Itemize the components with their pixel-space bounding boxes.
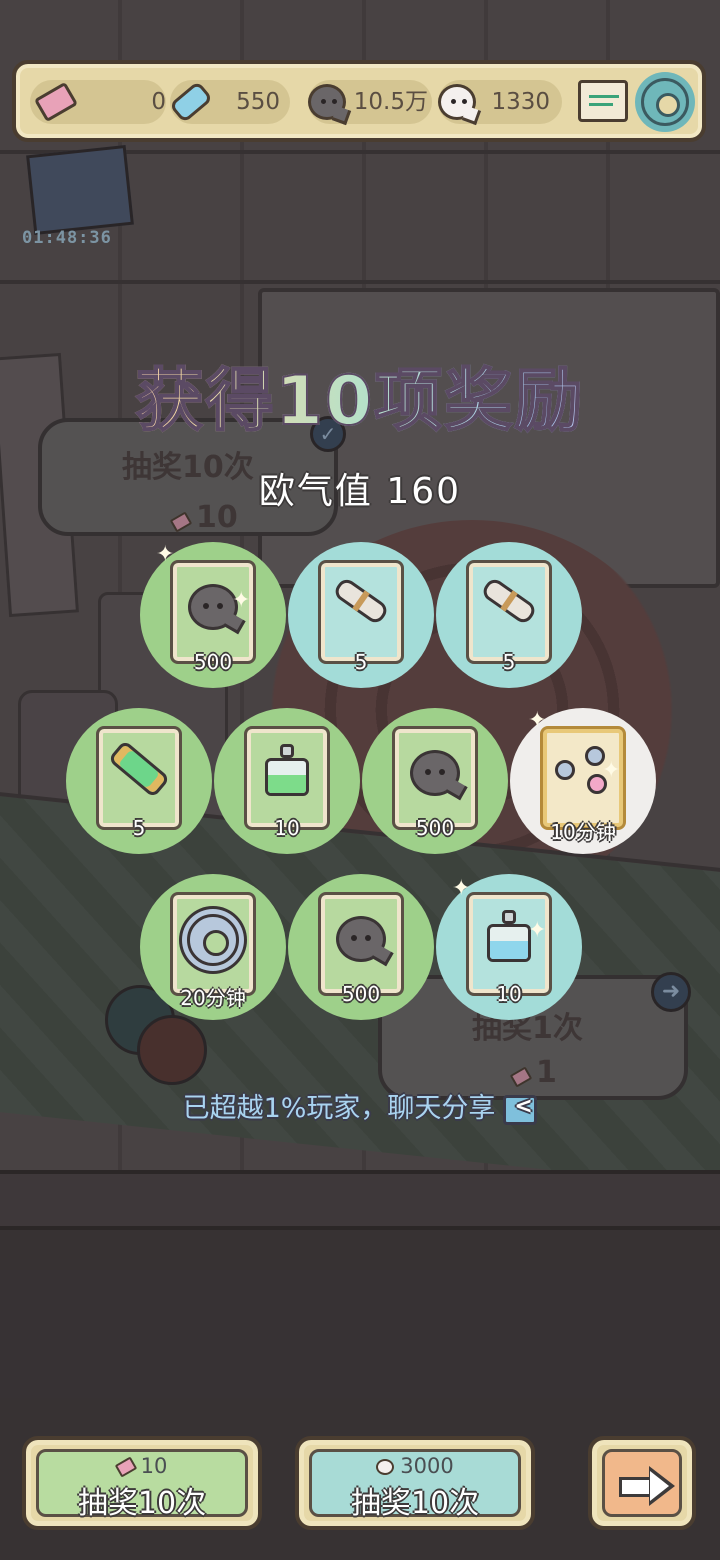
share-icon[interactable]	[503, 1094, 538, 1125]
reward-qty: 10	[496, 982, 522, 1006]
reward-item[interactable]: 5	[66, 708, 212, 854]
share-text: 已超越1%玩家，聊天分享	[182, 1093, 496, 1124]
light-bubble-count: 1330	[491, 89, 550, 115]
reward-qty: 10分钟	[550, 820, 616, 844]
dark-bubble-count: 10.5万	[353, 89, 428, 115]
resource-bar: 0 550 10.5万 1330	[12, 60, 706, 142]
candy-count: 550	[236, 89, 280, 115]
reward-qty: 5	[132, 816, 146, 840]
sparkle-icon: ✦	[528, 708, 547, 733]
share-link[interactable]: 已超越1%玩家，聊天分享	[0, 1086, 720, 1125]
light-bubble-counter: 1330	[438, 80, 562, 124]
reward-item[interactable]: 10	[214, 708, 360, 854]
bubble-draw-label: 抽奖10次	[350, 1486, 480, 1521]
reward-item[interactable]: 500	[362, 708, 508, 854]
ticket-count: 0	[151, 89, 166, 115]
reward-item[interactable]: 10 ✦ ✦	[436, 874, 582, 1020]
ticket-draw-label: 抽奖10次	[77, 1486, 207, 1521]
mail-icon[interactable]	[578, 80, 628, 122]
next-button[interactable]	[588, 1436, 696, 1530]
reward-item[interactable]: 20分钟	[140, 874, 286, 1020]
reward-item[interactable]: 5	[288, 542, 434, 688]
light-bubble-icon	[376, 1459, 395, 1475]
ticket-counter: 0	[30, 80, 166, 124]
reward-qty: 500	[341, 982, 381, 1006]
ticket-draw10-button[interactable]: 10 抽奖10次	[22, 1436, 262, 1530]
sparkle-icon: ✦	[602, 758, 621, 783]
reward-item[interactable]: 5	[436, 542, 582, 688]
bubble-draw-cost: 3000	[312, 1454, 518, 1478]
reward-qty: 5	[502, 650, 516, 674]
sparkle-icon: ✦	[452, 876, 471, 901]
reward-qty: 500	[415, 816, 455, 840]
reward-qty: 10	[274, 816, 300, 840]
candy-icon	[168, 80, 214, 124]
dark-bubble-icon	[308, 84, 346, 120]
luck-value: 欧气值 160	[258, 471, 462, 512]
result-title: 获得10项奖励	[0, 345, 720, 444]
bubble-draw10-button[interactable]: 3000 抽奖10次	[295, 1436, 535, 1530]
button-face: 10 抽奖10次	[36, 1449, 248, 1521]
candy-counter: 550	[168, 80, 290, 124]
reward-item[interactable]: 10分钟 ✦ ✦	[510, 708, 656, 854]
sparkle-icon: ✦	[528, 918, 547, 943]
ticket-icon	[114, 1456, 137, 1478]
gear-icon[interactable]	[641, 78, 689, 126]
light-bubble-icon	[438, 84, 476, 120]
reward-qty: 20分钟	[180, 986, 246, 1010]
ticket-draw-cost: 10	[39, 1454, 245, 1478]
button-face: 3000 抽奖10次	[309, 1449, 521, 1521]
sparkle-icon: ✦	[232, 588, 251, 613]
button-face	[602, 1449, 682, 1517]
sparkle-icon: ✦	[156, 542, 175, 567]
next-arrow-icon	[619, 1466, 675, 1506]
reward-item[interactable]: 500 ✦ ✦	[140, 542, 286, 688]
dark-bubble-counter: 10.5万	[308, 80, 432, 124]
reward-qty: 5	[354, 650, 368, 674]
reward-qty: 500	[193, 650, 233, 674]
reward-item[interactable]: 500	[288, 874, 434, 1020]
